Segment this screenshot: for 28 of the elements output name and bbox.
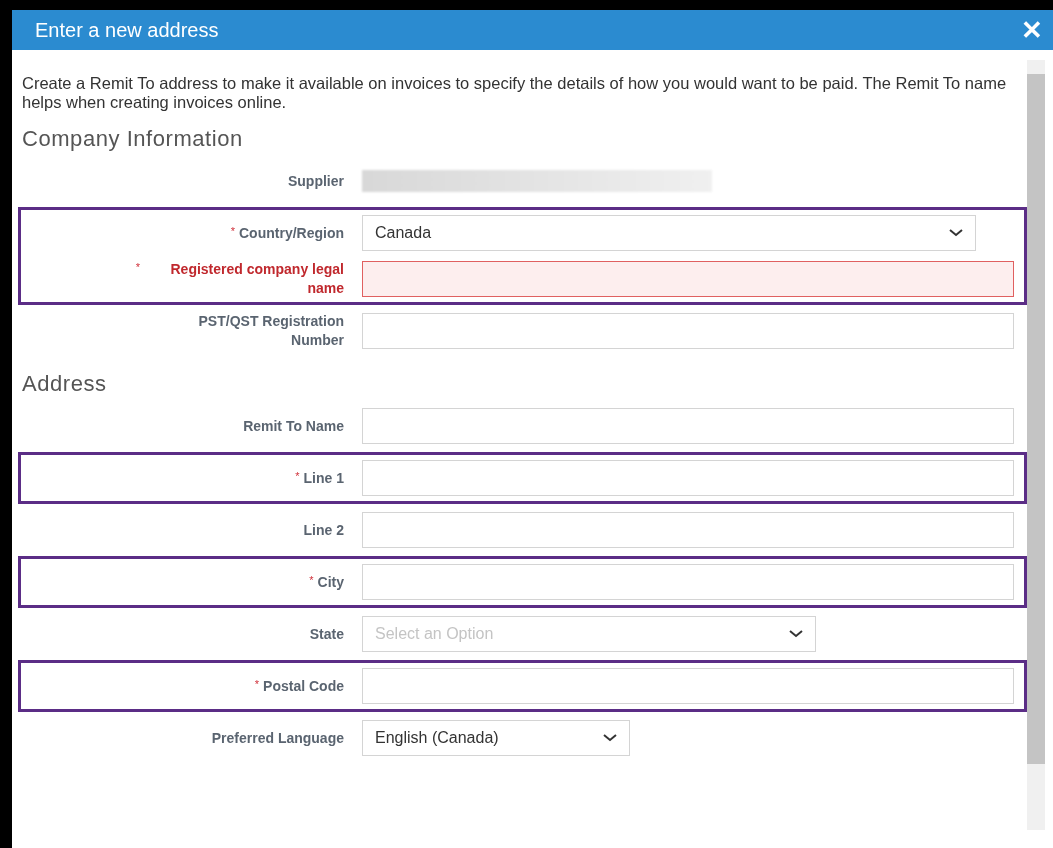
scrollbar[interactable] — [1027, 60, 1045, 830]
section-heading: Company Information — [22, 125, 244, 153]
section-heading: Address — [22, 370, 108, 398]
field-label: Line 1 — [303, 468, 344, 488]
field-label: City — [317, 572, 344, 592]
required-mark: * — [309, 572, 314, 587]
dropdown[interactable]: English (Canada) — [362, 720, 630, 756]
chevron-down-icon — [949, 229, 963, 237]
chevron-down-icon — [603, 734, 617, 742]
field-label: Supplier — [288, 171, 344, 191]
field-label: Registered company legal name — [169, 260, 344, 298]
field-label: State — [309, 624, 344, 644]
field-label: PST/QST Registration Number — [197, 312, 344, 350]
field-label: Line 2 — [303, 520, 344, 540]
intro-text: Create a Remit To address to make it available on invoices to specify the details of how you would want to be paid. The Remit To name helps when creating invoices online. — [22, 74, 1008, 112]
required-mark: * — [295, 468, 300, 483]
required-mark: * — [230, 223, 235, 238]
input-field[interactable] — [362, 261, 1014, 297]
field-label: Country/Region — [239, 223, 344, 243]
field-label: Postal Code — [263, 676, 344, 696]
dialog-title: Enter a new address — [35, 18, 219, 43]
close-button[interactable]: ✕ — [1021, 17, 1043, 43]
required-mark: * — [254, 676, 260, 691]
chevron-down-icon — [789, 630, 803, 638]
field-label: Remit To Name — [243, 416, 344, 436]
field-label: Preferred Language — [211, 728, 344, 748]
required-mark: * — [135, 260, 140, 274]
dropdown[interactable]: Canada — [362, 215, 976, 251]
